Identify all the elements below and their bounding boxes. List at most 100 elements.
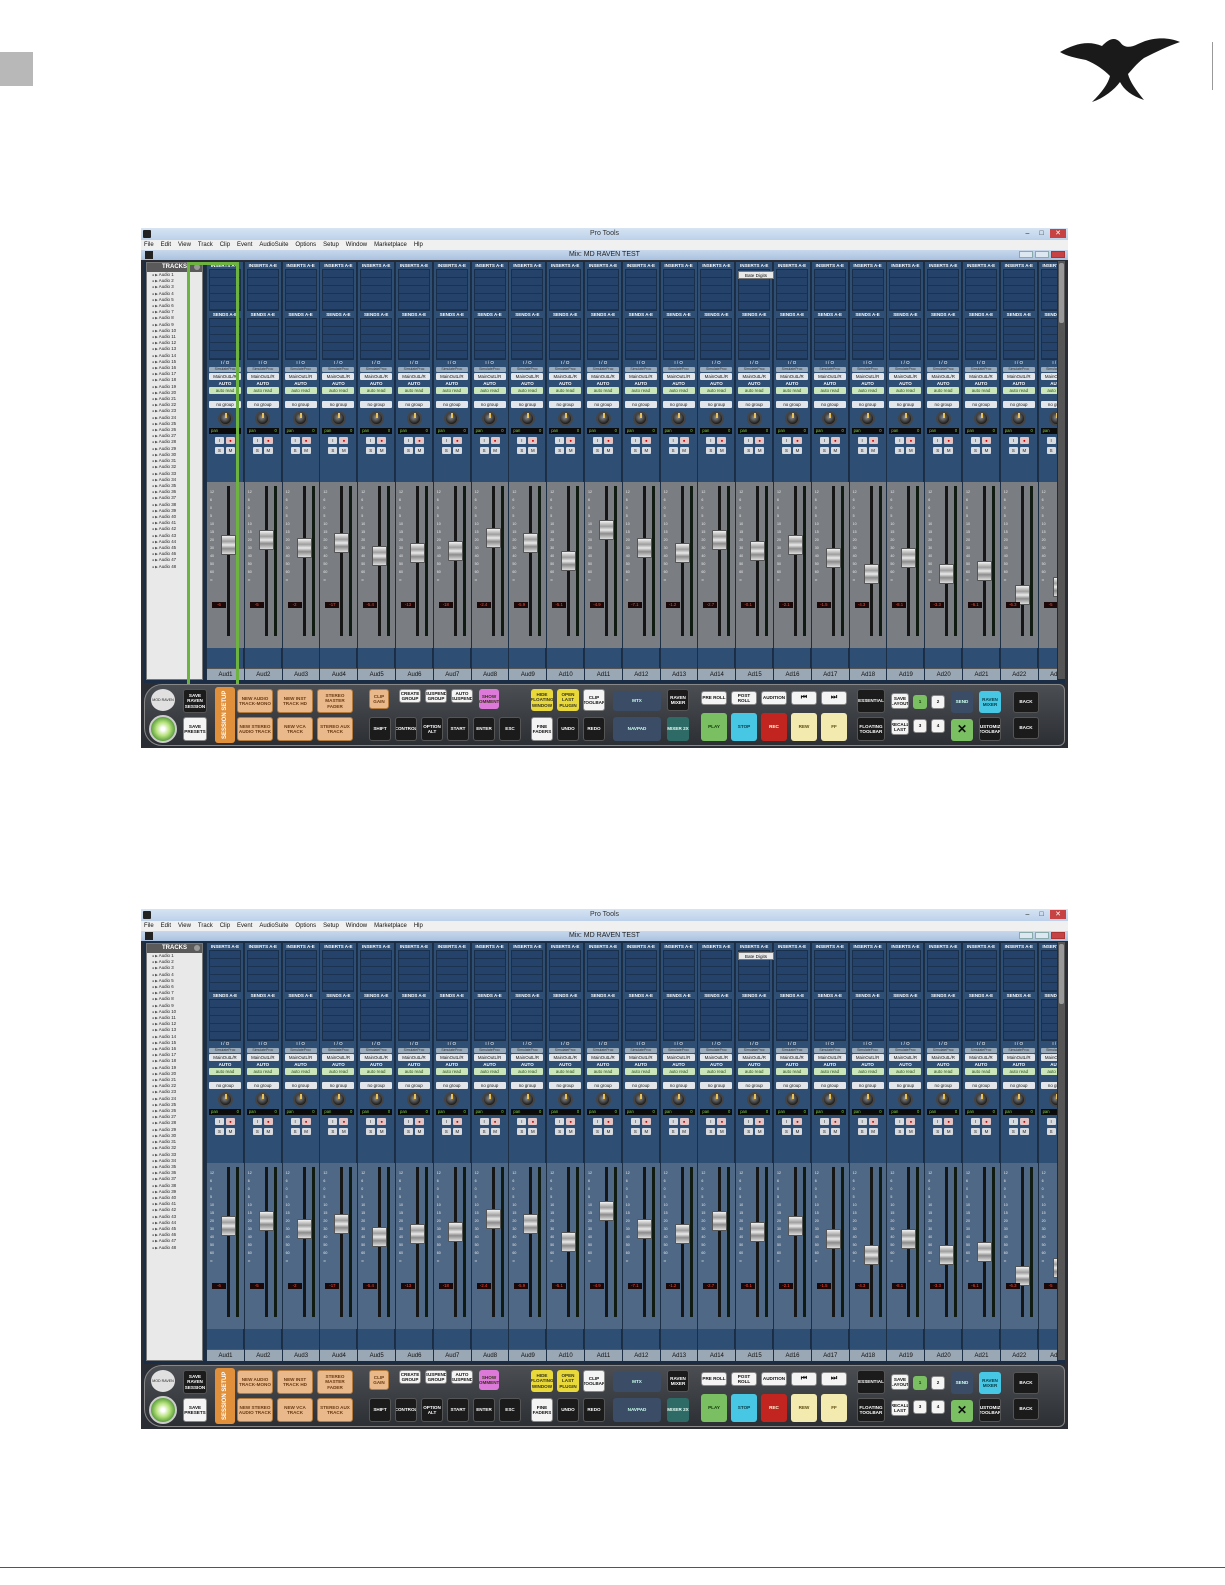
navpad-button[interactable]: NAVPAD: [613, 1398, 661, 1422]
track-name[interactable]: Ad17: [811, 1349, 849, 1361]
new-inst-button[interactable]: NEW INST TRACK HD: [277, 689, 313, 713]
record-button[interactable]: ●: [982, 1118, 991, 1125]
post-roll-button[interactable]: POST ROLL: [731, 691, 757, 705]
fader-cap[interactable]: [485, 1208, 501, 1229]
fader-cap[interactable]: [712, 530, 728, 551]
send-slots[interactable]: [1002, 318, 1035, 360]
mute-button[interactable]: M: [982, 447, 991, 454]
mute-button[interactable]: M: [830, 447, 840, 454]
output-selector[interactable]: MainOutL/R: [776, 1054, 808, 1061]
layout-2-button[interactable]: 2: [931, 695, 945, 709]
output-selector[interactable]: MainOutL/R: [738, 1054, 771, 1061]
group-selector[interactable]: no group: [435, 1082, 468, 1089]
solo-button[interactable]: S: [215, 1128, 224, 1135]
stereo-aux-button[interactable]: STEREO AUX TRACK: [317, 1398, 353, 1422]
solo-button[interactable]: S: [328, 1128, 338, 1135]
recall-last-button[interactable]: RECALL LAST: [891, 1400, 909, 1416]
pan-knob[interactable]: [935, 1092, 951, 1107]
send-slots[interactable]: [624, 999, 657, 1041]
automation-mode[interactable]: auto read: [360, 1068, 393, 1075]
input-selector[interactable]: SimulateProc: [473, 1048, 506, 1053]
pan-knob[interactable]: [897, 1092, 913, 1107]
record-button[interactable]: ●: [641, 437, 651, 444]
mute-button[interactable]: M: [679, 1128, 689, 1135]
solo-button[interactable]: S: [404, 1128, 413, 1135]
fader-cap[interactable]: [221, 1216, 236, 1237]
output-selector[interactable]: MainOutL/R: [246, 1054, 279, 1061]
input-selector[interactable]: SimulateProc: [851, 1048, 884, 1053]
pan-knob[interactable]: [557, 411, 573, 426]
pan-knob[interactable]: [746, 1092, 762, 1107]
record-button[interactable]: ●: [830, 437, 840, 444]
group-selector[interactable]: no group: [813, 401, 846, 408]
pre-roll-button[interactable]: PRE ROLL: [701, 1372, 727, 1386]
new-vca-button[interactable]: NEW VCA TRACK: [277, 1398, 313, 1422]
menu-item[interactable]: File: [144, 240, 154, 250]
scrollbar-thumb[interactable]: [1059, 944, 1064, 1004]
record-button[interactable]: ●: [452, 1118, 462, 1125]
automation-mode[interactable]: auto read: [511, 1068, 544, 1075]
mixer-2x-button[interactable]: MIXER 2X: [667, 717, 689, 741]
record-button[interactable]: ●: [906, 437, 916, 444]
automation-mode[interactable]: auto read: [549, 1068, 582, 1075]
create-group-button[interactable]: CREATE GROUP: [399, 689, 421, 703]
input-button[interactable]: I: [555, 1118, 565, 1125]
output-selector[interactable]: MainOutL/R: [700, 373, 733, 380]
mute-button[interactable]: M: [830, 1128, 840, 1135]
esc-button[interactable]: ESC: [499, 1398, 521, 1422]
insert-slots[interactable]: [776, 269, 808, 311]
solo-button[interactable]: S: [933, 447, 943, 454]
mute-button[interactable]: M: [793, 1128, 802, 1135]
track-name[interactable]: Ad16: [774, 668, 811, 680]
output-selector[interactable]: MainOutL/R: [965, 373, 997, 380]
shift-button[interactable]: SHIFT: [369, 717, 391, 741]
track-name[interactable]: Ad20: [925, 668, 963, 680]
input-selector[interactable]: SimulateProc: [322, 1048, 355, 1053]
solo-button[interactable]: S: [328, 447, 338, 454]
record-button[interactable]: ●: [452, 437, 462, 444]
mtx-display[interactable]: MTX: [613, 691, 661, 711]
undo-button[interactable]: UNDO: [557, 1398, 579, 1422]
pan-knob[interactable]: [973, 411, 989, 426]
fader-cap[interactable]: [712, 1211, 728, 1232]
track-name[interactable]: Ad20: [925, 1349, 963, 1361]
insert-slots[interactable]: [549, 269, 582, 311]
pan-knob[interactable]: [293, 1092, 309, 1107]
pan-knob[interactable]: [595, 411, 611, 426]
group-selector[interactable]: no group: [209, 1082, 241, 1089]
insert-slots[interactable]: [927, 269, 960, 311]
customize-toolbar-button[interactable]: CUSTOMIZE TOOLBAR: [979, 717, 1001, 741]
solo-button[interactable]: S: [744, 447, 754, 454]
menu-item[interactable]: Setup: [323, 240, 339, 250]
mute-button[interactable]: M: [452, 447, 462, 454]
back-button[interactable]: BACK: [1013, 691, 1039, 713]
menu-item[interactable]: File: [144, 921, 154, 931]
group-selector[interactable]: no group: [587, 401, 619, 408]
automation-mode[interactable]: auto read: [473, 387, 506, 394]
mute-button[interactable]: M: [982, 1128, 991, 1135]
mixer-2x-button[interactable]: MIXER 2X: [667, 1398, 689, 1422]
output-selector[interactable]: MainOutL/R: [1040, 1054, 1057, 1061]
input-button[interactable]: I: [933, 1118, 943, 1125]
go-to-start-icon[interactable]: ⏮: [791, 691, 817, 705]
input-selector[interactable]: SimulateProc: [284, 367, 317, 372]
menu-item[interactable]: Options: [295, 921, 316, 931]
mute-button[interactable]: M: [490, 1128, 500, 1135]
solo-button[interactable]: S: [857, 1128, 867, 1135]
mute-button[interactable]: M: [301, 447, 311, 454]
enter-button[interactable]: ENTER: [473, 717, 495, 741]
menu-item[interactable]: View: [178, 240, 191, 250]
output-selector[interactable]: MainOutL/R: [927, 1054, 960, 1061]
mute-button[interactable]: M: [717, 1128, 727, 1135]
solo-button[interactable]: S: [404, 447, 413, 454]
automation-mode[interactable]: auto read: [813, 387, 846, 394]
output-selector[interactable]: MainOutL/R: [360, 373, 393, 380]
insert-slots[interactable]: [284, 950, 317, 992]
stop-button[interactable]: STOP: [731, 713, 757, 741]
input-button[interactable]: I: [668, 1118, 678, 1125]
pan-knob[interactable]: [519, 1092, 535, 1107]
input-selector[interactable]: SimulateProc: [587, 367, 619, 372]
output-selector[interactable]: MainOutL/R: [511, 1054, 544, 1061]
shift-button[interactable]: SHIFT: [369, 1398, 391, 1422]
show-comments-button[interactable]: SHOW COMMENTS: [479, 1370, 499, 1390]
